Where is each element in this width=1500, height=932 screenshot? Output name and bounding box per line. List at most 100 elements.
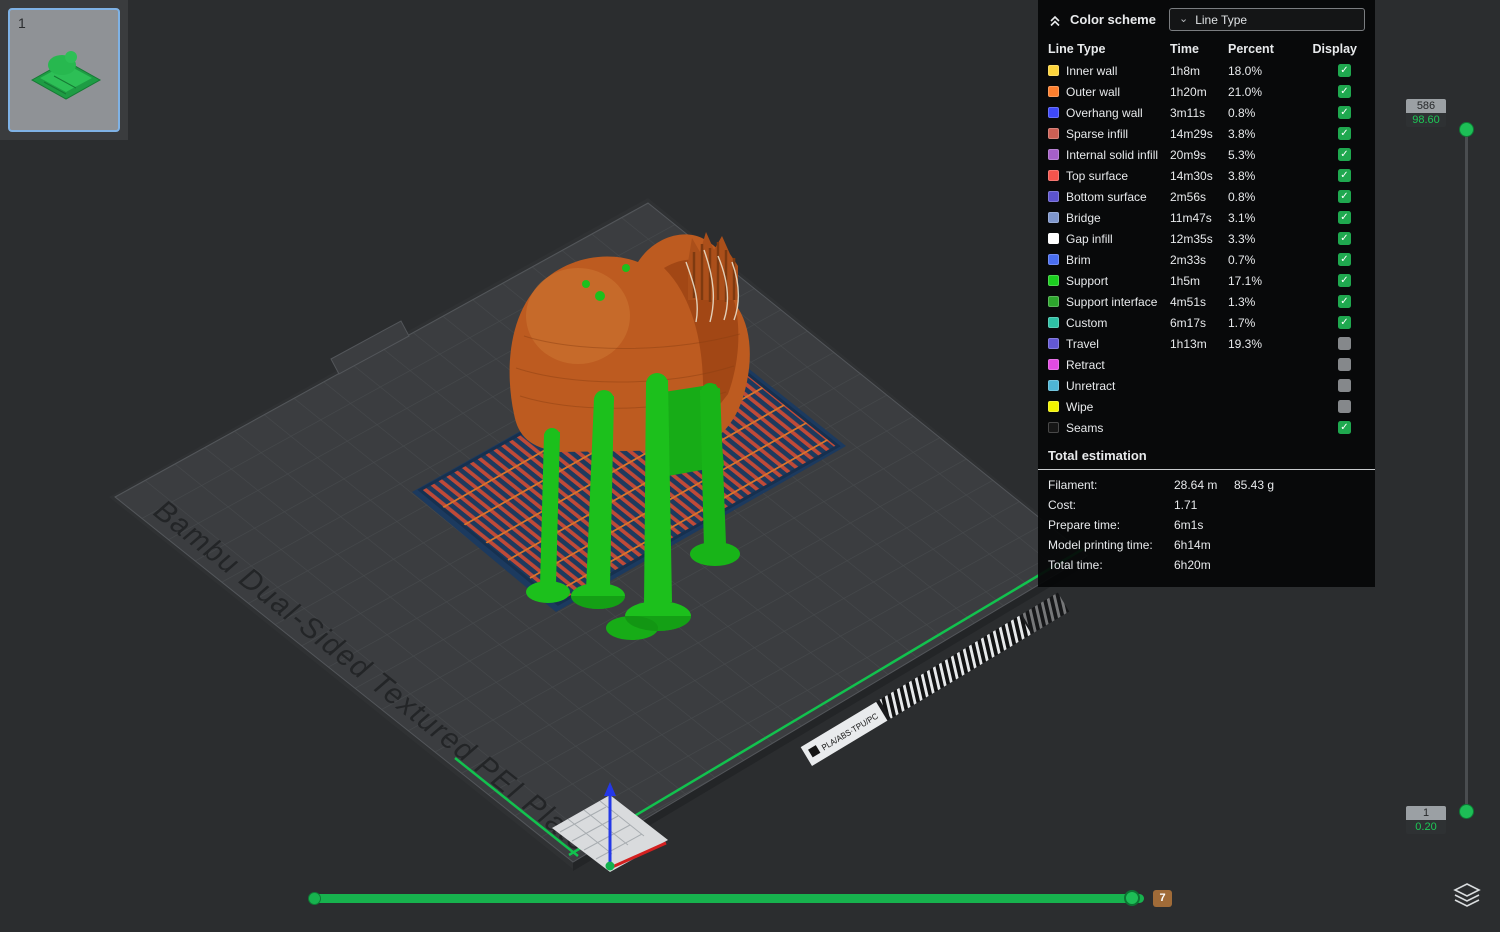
total-time-label: Total time: — [1048, 558, 1174, 572]
line-type-label: Inner wall — [1066, 64, 1170, 78]
display-checkbox[interactable]: ✓ — [1338, 85, 1351, 98]
color-scheme-panel: Color scheme ⌄ Line Type Line Type Time … — [1038, 0, 1375, 587]
display-checkbox[interactable]: ✓ — [1338, 127, 1351, 140]
line-type-row: Internal solid infill 20m9s 5.3% ✓ — [1038, 144, 1375, 165]
display-checkbox[interactable]: ✓ — [1338, 274, 1351, 287]
top-layer-height: 98.60 — [1406, 113, 1446, 127]
line-type-label: Wipe — [1066, 400, 1170, 414]
display-checkbox[interactable] — [1338, 358, 1351, 371]
display-checkbox[interactable] — [1338, 337, 1351, 350]
step-slider — [308, 889, 1146, 907]
plate-thumbnail-panel: 1 — [0, 0, 128, 140]
time-value: 1h5m — [1170, 274, 1228, 288]
display-checkbox[interactable]: ✓ — [1338, 169, 1351, 182]
color-swatch — [1048, 422, 1059, 433]
estimation-row: Prepare time: 6m1s — [1038, 515, 1375, 535]
line-type-label: Top surface — [1066, 169, 1170, 183]
estimation-row: Model printing time: 6h14m — [1038, 535, 1375, 555]
chevrons-up-icon[interactable] — [1048, 13, 1062, 27]
origin-dot — [606, 862, 615, 871]
display-checkbox[interactable]: ✓ — [1338, 421, 1351, 434]
chevron-down-icon: ⌄ — [1179, 14, 1188, 25]
line-type-label: Support interface — [1066, 295, 1170, 309]
line-type-row: Travel 1h13m 19.3% — [1038, 333, 1375, 354]
display-checkbox[interactable]: ✓ — [1338, 211, 1351, 224]
line-type-label: Retract — [1066, 358, 1170, 372]
display-checkbox[interactable]: ✓ — [1338, 106, 1351, 119]
display-checkbox[interactable]: ✓ — [1338, 316, 1351, 329]
display-checkbox[interactable] — [1338, 400, 1351, 413]
line-type-row: Support interface 4m51s 1.3% ✓ — [1038, 291, 1375, 312]
dropdown-selected-value: Line Type — [1195, 13, 1247, 27]
color-swatch — [1048, 107, 1059, 118]
color-swatch — [1048, 380, 1059, 391]
color-swatch — [1048, 65, 1059, 76]
line-type-row: Inner wall 1h8m 18.0% ✓ — [1038, 60, 1375, 81]
step-slider-value-badge: 7 — [1153, 890, 1172, 907]
time-value: 1h20m — [1170, 85, 1228, 99]
col-time: Time — [1170, 42, 1228, 56]
color-scheme-dropdown[interactable]: ⌄ Line Type — [1169, 8, 1365, 31]
display-checkbox[interactable]: ✓ — [1338, 232, 1351, 245]
percent-value: 19.3% — [1228, 337, 1294, 351]
prepare-time-value: 6m1s — [1174, 518, 1234, 532]
display-checkbox[interactable]: ✓ — [1338, 64, 1351, 77]
layer-slider-top-label: 586 98.60 — [1406, 99, 1446, 127]
percent-value: 17.1% — [1228, 274, 1294, 288]
estimation-row: Filament: 28.64 m 85.43 g — [1038, 475, 1375, 495]
filament-label: Filament: — [1048, 478, 1174, 492]
line-type-label: Custom — [1066, 316, 1170, 330]
time-value: 3m11s — [1170, 106, 1228, 120]
step-slider-track[interactable] — [310, 894, 1144, 903]
display-checkbox[interactable]: ✓ — [1338, 295, 1351, 308]
color-swatch — [1048, 149, 1059, 160]
line-type-row: Outer wall 1h20m 21.0% ✓ — [1038, 81, 1375, 102]
display-checkbox[interactable]: ✓ — [1338, 148, 1351, 161]
time-value: 11m47s — [1170, 211, 1228, 225]
line-type-label: Support — [1066, 274, 1170, 288]
layer-slider-lower-handle[interactable] — [1459, 804, 1474, 819]
color-swatch — [1048, 212, 1059, 223]
cost-value: 1.71 — [1174, 498, 1234, 512]
layer-slider-track[interactable] — [1465, 128, 1468, 813]
filament-length: 28.64 m — [1174, 478, 1234, 492]
display-checkbox[interactable] — [1338, 379, 1351, 392]
layers-view-button[interactable] — [1453, 882, 1481, 908]
color-swatch — [1048, 296, 1059, 307]
step-slider-handle[interactable] — [1124, 890, 1140, 906]
percent-value: 21.0% — [1228, 85, 1294, 99]
time-value: 12m35s — [1170, 232, 1228, 246]
percent-value: 3.8% — [1228, 169, 1294, 183]
estimation-row: Cost: 1.71 — [1038, 495, 1375, 515]
layers-icon — [1453, 882, 1481, 908]
percent-value: 3.8% — [1228, 127, 1294, 141]
line-type-label: Overhang wall — [1066, 106, 1170, 120]
line-type-row: Top surface 14m30s 3.8% ✓ — [1038, 165, 1375, 186]
top-layer-number: 586 — [1406, 99, 1446, 113]
total-time-value: 6h20m — [1174, 558, 1234, 572]
percent-value: 1.7% — [1228, 316, 1294, 330]
layer-slider-upper-handle[interactable] — [1459, 122, 1474, 137]
display-checkbox[interactable]: ✓ — [1338, 253, 1351, 266]
col-line-type: Line Type — [1048, 42, 1170, 56]
display-checkbox[interactable]: ✓ — [1338, 190, 1351, 203]
line-type-row: Unretract — [1038, 375, 1375, 396]
prepare-time-label: Prepare time: — [1048, 518, 1174, 532]
line-type-row: Gap infill 12m35s 3.3% ✓ — [1038, 228, 1375, 249]
legend-table-header: Line Type Time Percent Display — [1038, 37, 1375, 60]
color-swatch — [1048, 191, 1059, 202]
thumbnail-model-preview — [18, 36, 114, 106]
line-type-row: Sparse infill 14m29s 3.8% ✓ — [1038, 123, 1375, 144]
panel-title: Color scheme — [1070, 12, 1156, 27]
time-value: 2m56s — [1170, 190, 1228, 204]
line-type-label: Sparse infill — [1066, 127, 1170, 141]
plate-thumbnail[interactable]: 1 — [8, 8, 120, 132]
line-type-label: Gap infill — [1066, 232, 1170, 246]
line-type-row: Wipe — [1038, 396, 1375, 417]
color-swatch — [1048, 254, 1059, 265]
cost-label: Cost: — [1048, 498, 1174, 512]
line-type-row: Retract — [1038, 354, 1375, 375]
percent-value: 3.1% — [1228, 211, 1294, 225]
col-percent: Percent — [1228, 42, 1294, 56]
percent-value: 1.3% — [1228, 295, 1294, 309]
